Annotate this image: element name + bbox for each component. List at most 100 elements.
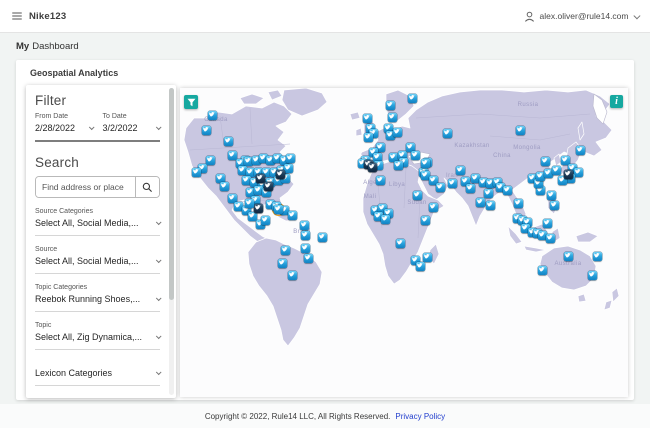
filter-scrollbar[interactable] bbox=[169, 88, 174, 395]
twitter-map-marker[interactable] bbox=[395, 238, 405, 248]
twitter-bird-icon bbox=[448, 179, 456, 187]
geospatial-map[interactable]: Canada Russia Kazakhstan Mongolia China Iran L… bbox=[180, 88, 628, 397]
twitter-map-marker[interactable] bbox=[300, 230, 310, 240]
breadcrumb-bold: My bbox=[16, 41, 30, 52]
twitter-bird-icon bbox=[421, 216, 429, 224]
twitter-map-marker[interactable] bbox=[287, 210, 297, 220]
twitter-map-marker[interactable] bbox=[362, 113, 372, 123]
twitter-map-marker[interactable] bbox=[549, 200, 559, 210]
user-email: alex.oliver@rule14.com bbox=[539, 11, 629, 21]
twitter-map-marker[interactable] bbox=[273, 204, 283, 214]
twitter-map-marker[interactable] bbox=[513, 198, 523, 208]
twitter-map-marker[interactable] bbox=[387, 112, 397, 122]
topic-categories-select[interactable]: Reebok Running Shoes,... bbox=[35, 294, 162, 304]
twitter-bird-icon bbox=[429, 203, 437, 211]
map-markers-layer bbox=[180, 88, 628, 397]
twitter-map-marker[interactable] bbox=[277, 258, 287, 268]
twitter-map-marker[interactable] bbox=[587, 270, 597, 280]
twitter-bird-icon bbox=[256, 174, 264, 182]
twitter-map-marker[interactable] bbox=[244, 198, 254, 208]
twitter-map-marker[interactable] bbox=[575, 145, 585, 155]
lexicon-categories-select[interactable]: Lexicon Categories bbox=[35, 368, 162, 378]
twitter-map-marker[interactable] bbox=[545, 233, 555, 243]
twitter-bird-icon bbox=[281, 246, 289, 254]
twitter-map-marker[interactable] bbox=[260, 215, 270, 225]
user-menu[interactable]: alex.oliver@rule14.com bbox=[524, 11, 640, 22]
twitter-map-marker[interactable] bbox=[442, 128, 452, 138]
map-info-button[interactable]: i bbox=[610, 95, 623, 108]
twitter-map-marker[interactable] bbox=[207, 110, 217, 120]
twitter-bird-icon bbox=[408, 94, 416, 102]
twitter-map-marker[interactable] bbox=[475, 197, 485, 207]
twitter-map-marker[interactable] bbox=[502, 185, 512, 195]
twitter-map-marker[interactable] bbox=[428, 202, 438, 212]
twitter-map-marker[interactable] bbox=[483, 188, 493, 198]
twitter-map-marker[interactable] bbox=[415, 261, 425, 271]
twitter-bird-icon bbox=[466, 184, 474, 192]
twitter-map-marker[interactable] bbox=[435, 182, 445, 192]
twitter-map-marker[interactable] bbox=[219, 181, 229, 191]
twitter-map-marker[interactable] bbox=[563, 169, 573, 179]
twitter-map-marker[interactable] bbox=[287, 270, 297, 280]
twitter-map-marker[interactable] bbox=[465, 183, 475, 193]
twitter-map-marker[interactable] bbox=[367, 162, 377, 172]
twitter-map-marker[interactable] bbox=[447, 178, 457, 188]
twitter-bird-icon bbox=[254, 204, 262, 212]
twitter-map-marker[interactable] bbox=[317, 232, 327, 242]
twitter-map-marker[interactable] bbox=[201, 125, 211, 135]
twitter-map-marker[interactable] bbox=[300, 243, 310, 253]
twitter-bird-icon bbox=[536, 172, 544, 180]
twitter-map-marker[interactable] bbox=[191, 167, 201, 177]
twitter-map-marker[interactable] bbox=[393, 160, 403, 170]
twitter-map-marker[interactable] bbox=[563, 251, 573, 261]
twitter-map-marker[interactable] bbox=[420, 158, 430, 168]
twitter-map-marker[interactable] bbox=[551, 165, 561, 175]
twitter-map-marker[interactable] bbox=[385, 100, 395, 110]
to-date-select[interactable]: 3/2/2022 bbox=[103, 123, 162, 133]
twitter-map-marker[interactable] bbox=[253, 203, 263, 213]
twitter-map-marker[interactable] bbox=[455, 165, 465, 175]
twitter-map-marker[interactable] bbox=[542, 218, 552, 228]
twitter-map-marker[interactable] bbox=[375, 175, 385, 185]
twitter-map-marker[interactable] bbox=[363, 132, 373, 142]
twitter-map-marker[interactable] bbox=[485, 200, 495, 210]
twitter-map-marker[interactable] bbox=[592, 251, 602, 261]
address-search bbox=[35, 176, 160, 198]
twitter-map-marker[interactable] bbox=[540, 156, 550, 166]
twitter-bird-icon bbox=[246, 168, 254, 176]
twitter-map-marker[interactable] bbox=[412, 190, 422, 200]
twitter-map-marker[interactable] bbox=[299, 220, 309, 230]
twitter-map-marker[interactable] bbox=[283, 163, 293, 173]
twitter-bird-icon bbox=[456, 166, 464, 174]
source-categories-select[interactable]: Select All, Social Media,... bbox=[35, 218, 162, 228]
twitter-map-marker[interactable] bbox=[537, 265, 547, 275]
twitter-bird-icon bbox=[220, 182, 228, 190]
twitter-map-marker[interactable] bbox=[410, 150, 420, 160]
twitter-map-marker[interactable] bbox=[275, 169, 285, 179]
twitter-map-marker[interactable] bbox=[392, 127, 402, 137]
twitter-bird-icon bbox=[206, 156, 214, 164]
source-select[interactable]: Select All, Social Media,... bbox=[35, 256, 162, 266]
twitter-map-marker[interactable] bbox=[263, 181, 273, 191]
twitter-map-marker[interactable] bbox=[205, 155, 215, 165]
topic-select[interactable]: Select All, Zig Dynamica,... bbox=[35, 332, 162, 342]
twitter-bird-icon bbox=[552, 166, 560, 174]
twitter-bird-icon bbox=[514, 199, 522, 207]
menu-icon[interactable] bbox=[12, 12, 22, 20]
twitter-map-marker[interactable] bbox=[280, 245, 290, 255]
twitter-map-marker[interactable] bbox=[223, 136, 233, 146]
twitter-map-marker[interactable] bbox=[546, 190, 556, 200]
privacy-policy-link[interactable]: Privacy Policy bbox=[395, 412, 445, 421]
twitter-map-marker[interactable] bbox=[407, 93, 417, 103]
twitter-map-marker[interactable] bbox=[303, 253, 313, 263]
twitter-map-marker[interactable] bbox=[420, 215, 430, 225]
map-filter-button[interactable] bbox=[184, 95, 198, 109]
twitter-map-marker[interactable] bbox=[380, 214, 390, 224]
twitter-map-marker[interactable] bbox=[573, 167, 583, 177]
twitter-map-marker[interactable] bbox=[422, 252, 432, 262]
twitter-map-marker[interactable] bbox=[515, 125, 525, 135]
from-date-select[interactable]: 2/28/2022 bbox=[35, 123, 95, 133]
search-input[interactable] bbox=[36, 177, 135, 197]
search-button[interactable] bbox=[135, 177, 159, 197]
twitter-map-marker[interactable] bbox=[285, 153, 295, 163]
